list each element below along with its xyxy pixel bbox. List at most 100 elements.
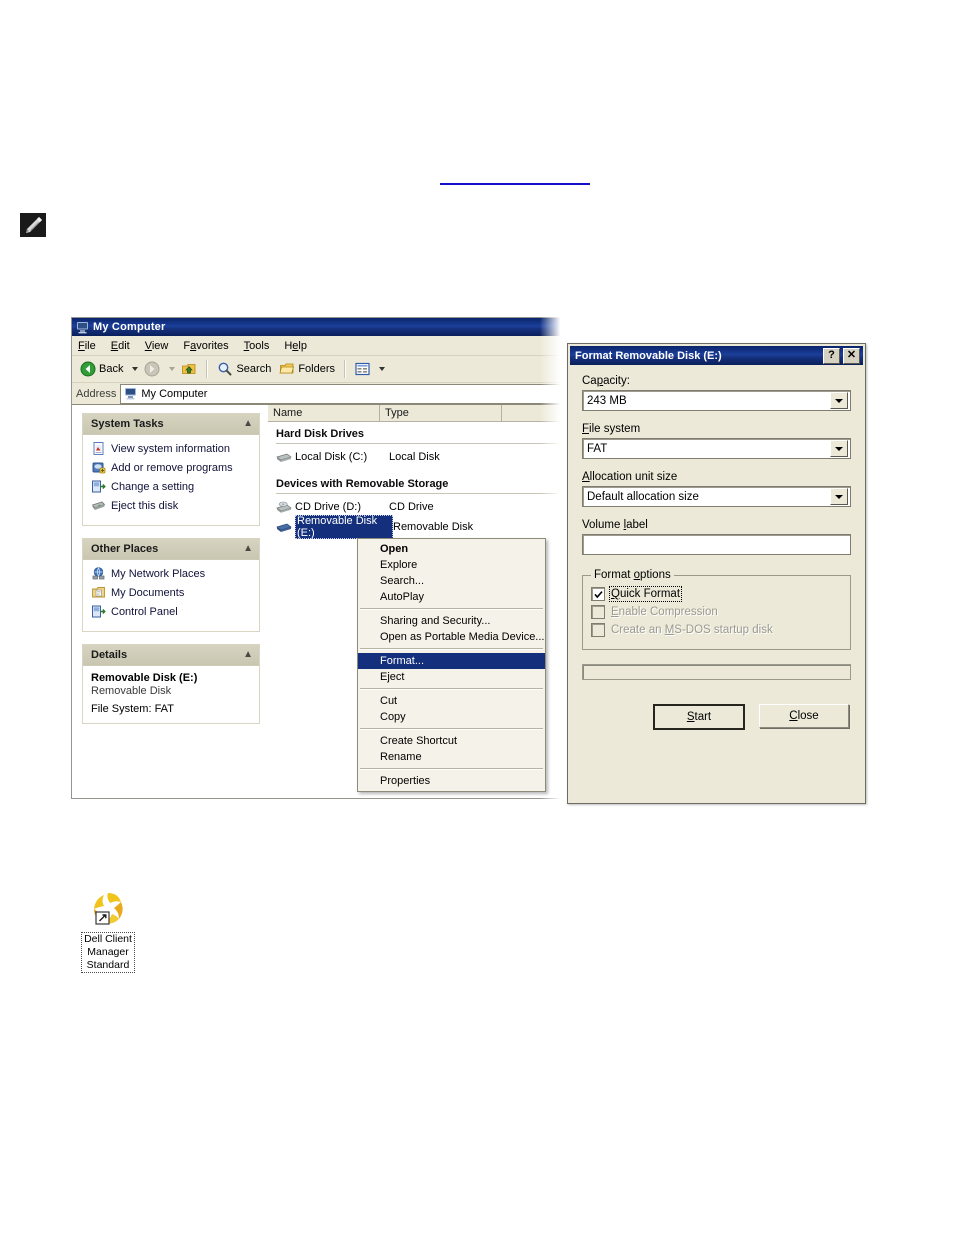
file-name: Local Disk (C:) (295, 450, 368, 463)
context-menu-item-rename[interactable]: Rename (358, 749, 545, 765)
context-menu-item-sharing-and-security[interactable]: Sharing and Security... (358, 613, 545, 629)
help-button[interactable]: ? (823, 347, 840, 364)
menu-edit[interactable]: Edit (111, 340, 130, 352)
system-info-icon (91, 441, 106, 456)
dialog-body: Capacity: 243 MB File system FAT Allocat… (568, 365, 865, 730)
column-header-name[interactable]: Name (268, 405, 380, 421)
column-headers: Name Type (268, 405, 563, 422)
context-menu-item-explore[interactable]: Explore (358, 557, 545, 573)
details-header[interactable]: Details ▲ (83, 645, 259, 666)
task-change-a-setting[interactable]: Change a setting (91, 479, 253, 494)
group-divider (276, 493, 557, 494)
back-label: Back (99, 363, 124, 375)
context-menu-item-autoplay[interactable]: AutoPlay (358, 589, 545, 605)
place-my-network-places[interactable]: My Network Places (91, 566, 253, 581)
folders-button[interactable]: Folders (275, 358, 339, 380)
file-system-select[interactable]: FAT (582, 438, 851, 459)
forward-icon (144, 361, 160, 377)
chevron-up-icon[interactable]: ▲ (243, 419, 253, 429)
back-button[interactable]: Back (76, 358, 127, 380)
allocation-unit-select[interactable]: Default allocation size (582, 486, 851, 507)
back-dropdown-icon[interactable] (132, 367, 139, 371)
format-options-group: Format options Quick Format Enable Compr… (582, 569, 851, 650)
search-button[interactable]: Search (213, 358, 275, 380)
chevron-up-icon[interactable]: ▲ (243, 544, 253, 554)
quick-format-checkbox-row[interactable]: Quick Format (591, 586, 842, 602)
file-type: Removable Disk (393, 520, 474, 533)
context-menu-item-create-shortcut[interactable]: Create Shortcut (358, 733, 545, 749)
close-icon[interactable]: ✕ (843, 347, 860, 364)
close-button[interactable]: Close (759, 704, 849, 728)
eject-disk-icon (91, 498, 106, 513)
window-title-bar: My Computer (72, 318, 563, 336)
tool-bar: Back Search Folders (72, 356, 563, 383)
file-row-cd-drive-d[interactable]: CD Drive (D:) CD Drive (268, 499, 563, 514)
menu-favorites[interactable]: Favorites (183, 340, 228, 352)
up-button[interactable] (177, 358, 201, 380)
cd-drive-icon (276, 500, 292, 514)
address-input[interactable]: My Computer (120, 383, 563, 404)
create-msdos-startup-disk-label: Create an MS-DOS startup disk (611, 624, 773, 636)
format-options-legend: Format options (594, 569, 671, 581)
chevron-up-icon[interactable]: ▲ (243, 650, 253, 660)
checkbox-checked-icon[interactable] (591, 587, 605, 601)
volume-label-label: Volume label (582, 519, 648, 531)
start-button[interactable]: Start (653, 704, 745, 730)
task-view-system-information[interactable]: View system information (91, 441, 253, 456)
context-menu-item-properties[interactable]: Properties (358, 773, 545, 789)
file-row-removable-disk-e[interactable]: Removable Disk (E:) Removable Disk (268, 514, 563, 539)
column-header-extra[interactable] (502, 405, 563, 421)
file-name: Removable Disk (E:) (295, 514, 393, 539)
capacity-select[interactable]: 243 MB (582, 390, 851, 411)
context-menu-item-cut[interactable]: Cut (358, 693, 545, 709)
desktop-shortcut-dell-client-manager[interactable]: Dell Client Manager Standard (74, 890, 142, 973)
context-menu-item-format[interactable]: Format... (358, 653, 545, 669)
context-menu-item-open[interactable]: Open (358, 541, 545, 557)
context-menu-item-open-as-portable-media-device[interactable]: Open as Portable Media Device... (358, 629, 545, 645)
quick-format-label: Quick Format (608, 586, 683, 602)
place-label: Control Panel (111, 605, 178, 618)
capacity-label: Capacity: (582, 375, 630, 387)
toolbar-separator-2 (344, 360, 347, 378)
dialog-title-bar: Format Removable Disk (E:) ? ✕ (570, 346, 863, 365)
chevron-down-icon[interactable] (830, 440, 848, 457)
folders-label: Folders (298, 363, 336, 375)
file-row-local-disk-c[interactable]: Local Disk (C:) Local Disk (268, 449, 563, 464)
views-icon (355, 362, 370, 376)
shortcut-label: Dell Client Manager Standard (81, 932, 135, 973)
details-disk-type: Removable Disk (91, 685, 172, 697)
other-places-title: Other Places (91, 543, 159, 555)
allocation-unit-label: Allocation unit size (582, 471, 678, 483)
task-add-or-remove-programs[interactable]: Add or remove programs (91, 460, 253, 475)
menu-help[interactable]: Help (284, 340, 307, 352)
other-places-header[interactable]: Other Places ▲ (83, 539, 259, 560)
back-icon (80, 361, 99, 377)
context-menu-item-copy[interactable]: Copy (358, 709, 545, 725)
views-dropdown-icon[interactable] (379, 367, 386, 371)
menu-tools[interactable]: Tools (244, 340, 270, 352)
context-menu-item-search[interactable]: Search... (358, 573, 545, 589)
menu-view[interactable]: View (145, 340, 169, 352)
other-places-body: My Network Places My Documents Control P… (83, 560, 259, 631)
chevron-down-icon[interactable] (830, 392, 848, 409)
volume-label-input[interactable] (582, 534, 851, 555)
task-pane: System Tasks ▲ View system information A… (72, 405, 268, 798)
format-dialog: Format Removable Disk (E:) ? ✕ Capacity:… (567, 343, 866, 804)
context-menu-separator (360, 728, 543, 730)
details-disk-name: Removable Disk (E:) (91, 672, 198, 684)
context-menu-item-eject[interactable]: Eject (358, 669, 545, 685)
my-computer-icon (76, 321, 89, 334)
dialog-title: Format Removable Disk (E:) (575, 349, 722, 362)
place-control-panel[interactable]: Control Panel (91, 604, 253, 619)
chevron-down-icon[interactable] (830, 488, 848, 505)
task-eject-this-disk[interactable]: Eject this disk (91, 498, 253, 513)
file-system-value: FAT (587, 442, 608, 455)
search-icon (217, 361, 236, 377)
system-tasks-header[interactable]: System Tasks ▲ (83, 414, 259, 435)
column-header-type[interactable]: Type (380, 405, 502, 421)
views-button[interactable] (351, 358, 374, 380)
menu-file[interactable]: File (78, 340, 96, 352)
system-tasks-body: View system information Add or remove pr… (83, 435, 259, 525)
place-my-documents[interactable]: My Documents (91, 585, 253, 600)
document-hyperlink[interactable] (440, 183, 590, 185)
